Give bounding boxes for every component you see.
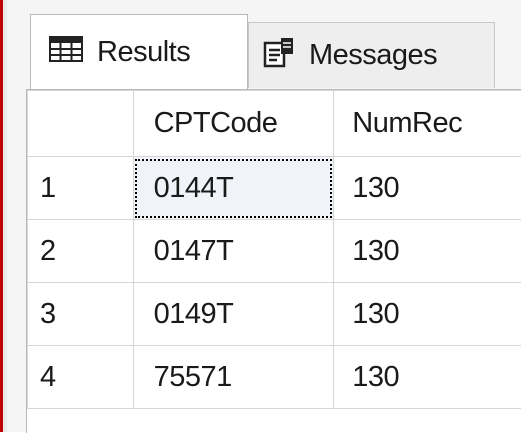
row-number[interactable]: 2: [28, 220, 134, 283]
table-row: 2 0147T 130: [28, 220, 521, 283]
table-row: 3 0149T 130: [28, 283, 521, 346]
tab-messages[interactable]: Messages: [248, 22, 495, 88]
row-number-header[interactable]: [28, 91, 134, 157]
results-grid[interactable]: CPTCode NumRec 1 0144T 130 2 0147T 130 3…: [26, 89, 521, 433]
row-number[interactable]: 3: [28, 283, 134, 346]
column-header-numrec[interactable]: NumRec: [334, 91, 521, 157]
table-row: 4 75571 130: [28, 346, 521, 409]
cell-numrec[interactable]: 130: [334, 283, 521, 346]
row-number[interactable]: 1: [28, 157, 134, 220]
tab-messages-label: Messages: [309, 39, 437, 72]
message-document-icon: [263, 36, 295, 76]
tab-results-label: Results: [97, 36, 190, 69]
tab-results[interactable]: Results: [30, 14, 248, 90]
cell-numrec[interactable]: 130: [334, 220, 521, 283]
cell-cptcode[interactable]: 0147T: [133, 220, 334, 283]
cell-numrec[interactable]: 130: [334, 346, 521, 409]
column-header-cptcode[interactable]: CPTCode: [133, 91, 334, 157]
cell-numrec[interactable]: 130: [334, 157, 521, 220]
cell-cptcode[interactable]: 75571: [133, 346, 334, 409]
cell-cptcode[interactable]: 0149T: [133, 283, 334, 346]
grid-table-icon: [49, 36, 83, 70]
cell-cptcode[interactable]: 0144T: [133, 157, 334, 220]
left-border-inner: [3, 0, 7, 432]
results-table: CPTCode NumRec 1 0144T 130 2 0147T 130 3…: [27, 90, 521, 409]
table-row: 1 0144T 130: [28, 157, 521, 220]
results-pane: Results Messages CPTCode NumRec: [0, 0, 521, 432]
header-row: CPTCode NumRec: [28, 91, 521, 157]
row-number[interactable]: 4: [28, 346, 134, 409]
